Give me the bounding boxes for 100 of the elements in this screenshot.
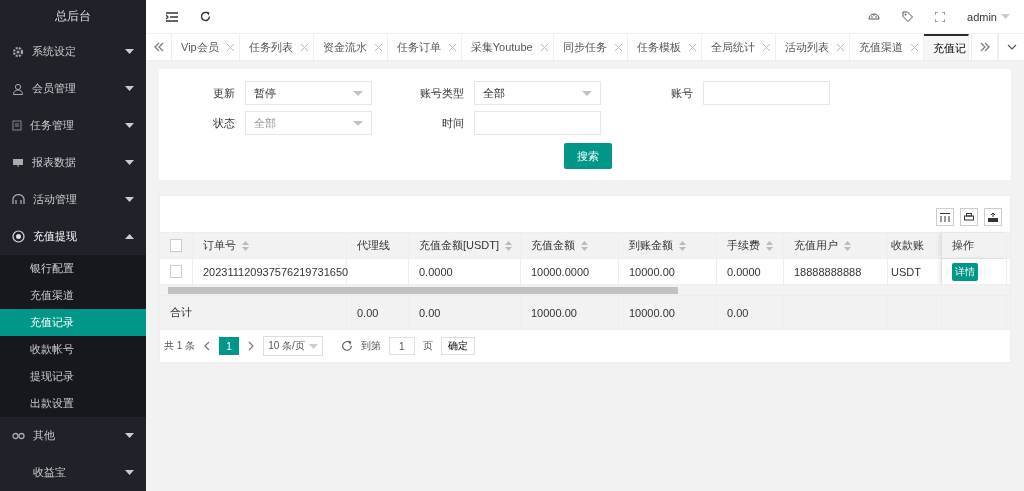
checkbox[interactable] (170, 265, 182, 278)
dropdown-icon (582, 90, 592, 96)
confirm-button[interactable]: 确定 (440, 337, 475, 355)
sidebar-item[interactable]: 会员管理 (0, 70, 146, 107)
columns-button[interactable] (936, 208, 954, 226)
tab[interactable]: 活动列表 (775, 34, 850, 60)
sort-icon (581, 240, 588, 251)
filter-label: 更新 (212, 85, 236, 101)
close-icon[interactable] (762, 43, 770, 51)
column-header[interactable]: 充值用户 (784, 233, 888, 258)
filter-label: 账号类型 (419, 85, 465, 101)
caret-icon (125, 433, 134, 438)
sidebar-item[interactable]: 其他 (0, 417, 146, 454)
print-icon (964, 212, 974, 222)
sidebar-item[interactable]: 系统设定 (0, 33, 146, 70)
export-icon (988, 212, 998, 222)
detail-button[interactable]: 详情 (952, 262, 978, 281)
chevron-down-icon[interactable] (1006, 44, 1017, 50)
select-field[interactable]: 全部 (474, 81, 601, 105)
refresh-icon[interactable] (340, 340, 353, 352)
filter-label: 账号 (670, 85, 694, 101)
page-input[interactable]: 1 (388, 337, 415, 355)
caret-icon (1001, 14, 1010, 19)
column-header: 收款账 (888, 233, 942, 258)
column-header[interactable]: 充值金额 (521, 233, 619, 258)
sidebar-subitem[interactable]: 收款帐号 (0, 336, 146, 363)
tag-icon[interactable] (902, 11, 914, 22)
sort-icon (844, 240, 851, 251)
total-count: 共 1 条 (164, 339, 196, 353)
horizontal-scrollbar[interactable] (160, 284, 1010, 295)
filter-label: 时间 (441, 115, 465, 131)
fullscreen-icon[interactable] (935, 11, 946, 22)
tab[interactable]: 充值记 (923, 34, 969, 60)
close-icon[interactable] (300, 43, 308, 51)
caret-icon (125, 160, 134, 165)
column-header: 操作 (942, 233, 1007, 258)
sidebar-subitem[interactable]: 充值渠道 (0, 282, 146, 309)
page-unit: 页 (422, 339, 433, 353)
sort-icon (505, 240, 513, 251)
tab[interactable]: 充值渠道 (849, 34, 924, 60)
menu-icon[interactable] (166, 11, 178, 22)
user-menu[interactable]: admin (967, 10, 1010, 23)
page-button[interactable]: 1 (219, 337, 240, 355)
caret-icon (125, 234, 134, 239)
caret-icon (125, 197, 134, 202)
export-button[interactable] (984, 208, 1002, 226)
column-header[interactable]: 订单号 (193, 233, 347, 258)
page-size-select[interactable]: 10 条/页 (263, 336, 323, 356)
caret-icon (125, 470, 134, 475)
sidebar-subitem[interactable]: 出款设置 (0, 390, 146, 417)
close-icon[interactable] (688, 43, 696, 51)
search-button[interactable]: 搜索 (564, 143, 612, 169)
column-header[interactable]: 到账金额 (619, 233, 717, 258)
dropdown-icon (353, 90, 363, 96)
link-icon (12, 431, 25, 440)
next-page-icon[interactable] (247, 341, 256, 351)
close-icon[interactable] (910, 43, 918, 51)
caret-icon (308, 343, 318, 349)
select-field[interactable]: 暂停 (245, 81, 372, 105)
tab[interactable]: Vip会员 (172, 34, 240, 60)
close-icon[interactable] (614, 43, 622, 51)
column-header[interactable]: 充值金额[USDT] (409, 233, 521, 258)
table-cell: 0.00 (717, 296, 784, 329)
sidebar-item[interactable]: 收益宝 (0, 454, 146, 491)
sidebar-item[interactable]: 充值提现 (0, 218, 146, 255)
close-icon[interactable] (226, 43, 234, 51)
table-cell: 10000.00 (619, 296, 717, 329)
column-header[interactable]: 手续费 (717, 233, 784, 258)
caret-icon (125, 123, 134, 128)
tab[interactable]: 任务列表 (239, 34, 314, 60)
input-field[interactable] (474, 111, 601, 135)
close-icon[interactable] (448, 43, 456, 51)
tab[interactable]: 任务模板 (627, 34, 702, 60)
total-label: 合计 (160, 296, 347, 329)
gear-icon (12, 45, 24, 58)
sort-icon (766, 240, 773, 251)
sidebar-item[interactable]: 任务管理 (0, 107, 146, 144)
tab[interactable]: 全局统计 (701, 34, 776, 60)
sidebar-subitem[interactable]: 充值记录 (0, 309, 146, 336)
dropdown-icon (353, 120, 363, 126)
brand-title: 总后台 (54, 8, 92, 25)
checkbox[interactable] (170, 239, 182, 252)
goto-label: 到第 (360, 339, 381, 353)
refresh-icon[interactable] (200, 11, 211, 22)
close-icon[interactable] (540, 43, 548, 51)
close-icon[interactable] (374, 43, 382, 51)
tab[interactable]: 采集Youtube (461, 34, 554, 60)
sidebar-item[interactable]: 报表数据 (0, 144, 146, 181)
close-icon[interactable] (836, 43, 844, 51)
tab[interactable]: 同步任务 (553, 34, 628, 60)
scroll-left-icon[interactable] (153, 42, 164, 52)
tab[interactable]: 任务订单 (387, 34, 462, 60)
tab[interactable]: 资金流水 (313, 34, 388, 60)
sidebar-subitem[interactable]: 银行配置 (0, 255, 146, 282)
input-field[interactable] (703, 81, 830, 105)
print-button[interactable] (960, 208, 978, 226)
sidebar-item[interactable]: 活动管理 (0, 181, 146, 218)
prev-page-icon[interactable] (203, 341, 212, 351)
sidebar-subitem[interactable]: 提现记录 (0, 363, 146, 390)
scroll-right-icon[interactable] (979, 42, 990, 52)
